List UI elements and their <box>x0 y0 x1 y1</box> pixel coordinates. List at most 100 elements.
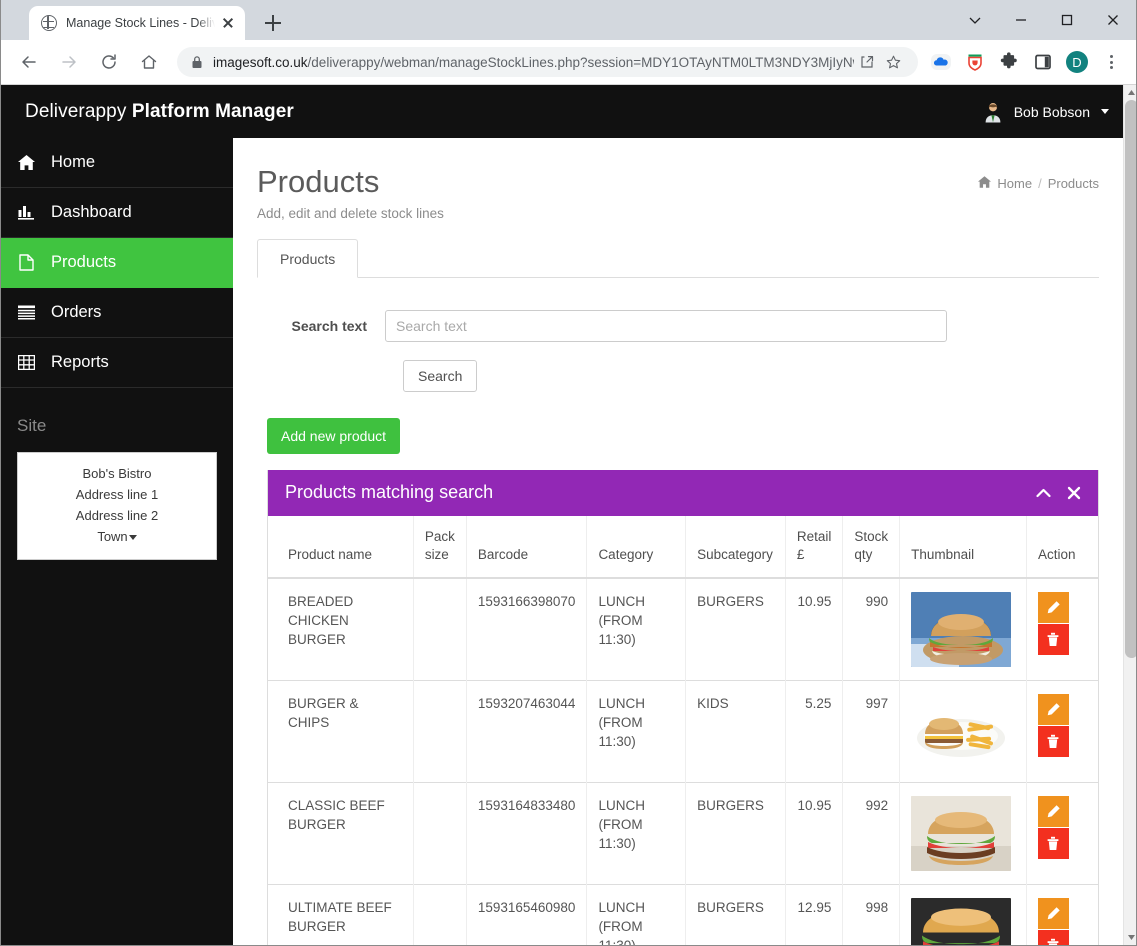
table-row: BURGER & CHIPS 1593207463044 LUNCH (FROM… <box>268 679 1098 783</box>
search-field-group: Search text <box>257 309 1099 342</box>
table-body: BREADED CHICKEN BURGER 1593166398070 LUN… <box>268 577 1098 945</box>
site-town: Town <box>97 529 128 544</box>
cell-stock-qty: 997 <box>842 679 900 783</box>
reload-button[interactable] <box>94 47 124 77</box>
star-icon[interactable] <box>880 54 906 71</box>
sidebar-item-orders[interactable]: Orders <box>1 288 233 338</box>
cell-thumbnail <box>899 577 1027 681</box>
content-body: Products Search text Search Add new pr <box>233 238 1123 945</box>
cell-subcategory: BURGERS <box>685 577 786 681</box>
delete-product-button[interactable] <box>1037 929 1069 945</box>
cell-pack-size <box>412 883 467 945</box>
cell-actions <box>1025 781 1098 885</box>
edit-product-button[interactable] <box>1037 693 1069 725</box>
brand-bold: Platform Manager <box>131 100 294 122</box>
close-icon[interactable] <box>1067 486 1081 500</box>
tab-products[interactable]: Products <box>257 238 359 278</box>
page-scrollbar[interactable] <box>1123 85 1136 945</box>
cell-retail: 5.25 <box>784 679 843 783</box>
breadcrumb-home[interactable]: Home <box>997 176 1032 191</box>
cell-pack-size <box>412 577 467 681</box>
url-host: imagesoft.co.uk <box>213 54 308 70</box>
cell-product-name: ULTIMATE BEEF BURGER <box>268 883 414 945</box>
scrollbar-thumb[interactable] <box>1125 100 1136 658</box>
search-actions: Search <box>403 359 1099 392</box>
column-header-pack-size: Pack size <box>412 515 467 579</box>
browser-window: Manage Stock Lines - Deliverappy <box>0 0 1137 946</box>
cell-stock-qty: 990 <box>842 577 900 681</box>
maximize-button[interactable] <box>1044 0 1090 40</box>
search-form: Search text Search <box>257 278 1099 392</box>
delete-product-button[interactable] <box>1037 725 1069 757</box>
search-input[interactable] <box>385 309 947 342</box>
close-button[interactable] <box>1090 0 1136 40</box>
cell-retail: 10.95 <box>784 577 843 681</box>
sidepanel-icon[interactable] <box>1029 48 1057 76</box>
column-header-product-name: Product name <box>268 515 414 579</box>
close-icon[interactable] <box>219 14 237 32</box>
chevron-down-icon <box>1101 109 1109 114</box>
add-new-product-button[interactable]: Add new product <box>267 417 401 454</box>
shield-icon[interactable] <box>961 48 989 76</box>
scroll-up-arrow[interactable] <box>1124 85 1136 100</box>
browser-tab[interactable]: Manage Stock Lines - Deliverappy <box>29 6 245 40</box>
cell-category: LUNCH (FROM 11:30) <box>586 883 686 945</box>
avatar <box>982 101 1004 123</box>
edit-product-button[interactable] <box>1037 897 1069 929</box>
user-menu[interactable]: Bob Bobson <box>982 101 1109 123</box>
cell-subcategory: KIDS <box>685 679 786 783</box>
chevron-up-icon[interactable] <box>1036 488 1051 498</box>
minimize-button[interactable] <box>998 0 1044 40</box>
profile-avatar[interactable]: D <box>1063 48 1091 76</box>
cell-thumbnail <box>899 883 1027 945</box>
product-thumbnail <box>911 693 1012 769</box>
panel-tools <box>1036 486 1081 500</box>
back-button[interactable] <box>14 47 44 77</box>
browser-menu-button[interactable] <box>1097 48 1125 76</box>
sidebar-item-products[interactable]: Products <box>1 238 233 288</box>
globe-icon <box>41 15 57 31</box>
new-tab-button[interactable] <box>259 9 287 37</box>
list-icon <box>17 305 36 320</box>
results-panel: Products matching search Product name Pa… <box>267 469 1099 945</box>
edit-product-button[interactable] <box>1037 795 1069 827</box>
content-header: Products Add, edit and delete stock line… <box>233 138 1123 239</box>
site-selector[interactable]: Bob's Bistro Address line 1 Address line… <box>17 452 217 560</box>
cell-category: LUNCH (FROM 11:30) <box>586 577 686 681</box>
scroll-down-arrow[interactable] <box>1124 930 1136 945</box>
search-button[interactable]: Search <box>403 359 478 392</box>
cell-thumbnail <box>899 679 1027 783</box>
home-button[interactable] <box>134 47 164 77</box>
forward-button[interactable] <box>54 47 84 77</box>
column-header-category: Category <box>586 515 686 579</box>
column-header-action: Action <box>1025 515 1098 579</box>
delete-product-button[interactable] <box>1037 623 1069 655</box>
cell-actions <box>1025 679 1098 783</box>
puzzle-icon[interactable] <box>995 48 1023 76</box>
share-icon[interactable] <box>854 54 880 70</box>
panel-title: Products matching search <box>285 482 494 503</box>
tab-bar: Products <box>257 238 1099 278</box>
main-content: Products Add, edit and delete stock line… <box>233 138 1123 945</box>
column-header-thumbnail: Thumbnail <box>899 515 1027 579</box>
cell-stock-qty: 992 <box>842 781 900 885</box>
profile-initial: D <box>1066 51 1088 73</box>
cell-retail: 10.95 <box>784 781 843 885</box>
sidebar-item-home[interactable]: Home <box>1 138 233 188</box>
site-address-1: Address line 1 <box>75 487 159 502</box>
cell-barcode: 1593165460980 <box>465 883 587 945</box>
site-address-2: Address line 2 <box>75 508 159 523</box>
sidebar-item-label: Orders <box>51 303 102 321</box>
edit-product-button[interactable] <box>1037 591 1069 623</box>
delete-product-button[interactable] <box>1037 827 1069 859</box>
cell-pack-size <box>412 781 467 885</box>
panel-header: Products matching search <box>268 469 1098 516</box>
address-bar[interactable]: imagesoft.co.uk/deliverappy/webman/manag… <box>177 47 918 77</box>
sidebar-item-dashboard[interactable]: Dashboard <box>1 188 233 238</box>
app-brand[interactable]: Deliverappy Platform Manager <box>25 101 294 123</box>
chevron-down-icon[interactable] <box>952 0 998 40</box>
products-table: Product name Pack size Barcode Category … <box>268 515 1098 945</box>
cloud-icon[interactable] <box>927 48 955 76</box>
user-name: Bob Bobson <box>1013 103 1090 120</box>
sidebar-item-reports[interactable]: Reports <box>1 338 233 388</box>
